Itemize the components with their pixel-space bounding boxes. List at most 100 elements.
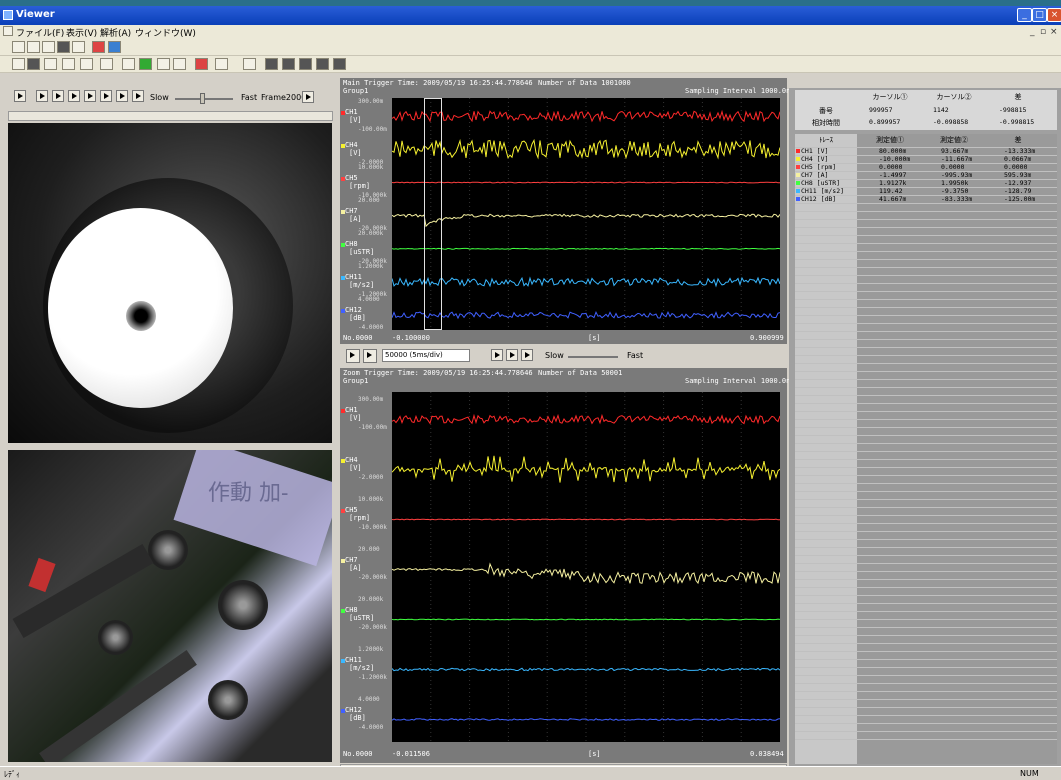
layout-4-icon[interactable]: [316, 58, 329, 70]
main-trace-ch8[interactable]: [391, 247, 781, 250]
main-channel-name[interactable]: CH7: [345, 207, 358, 215]
zoom-next-button[interactable]: [521, 349, 533, 361]
camera-icon[interactable]: [27, 58, 40, 70]
next-frame-button[interactable]: [100, 90, 112, 102]
main-channel-name[interactable]: CH1: [345, 108, 358, 116]
zoom-trace-ch8[interactable]: [391, 618, 781, 621]
main-plot-area[interactable]: [391, 98, 781, 330]
marker-icon[interactable]: [80, 58, 93, 70]
main-trace-ch5[interactable]: [391, 181, 781, 184]
title-bar[interactable]: Viewer _ □ ×: [0, 6, 1061, 25]
new-file-icon[interactable]: [12, 41, 25, 53]
zoom-speed-slider[interactable]: [568, 356, 618, 358]
cursor2-number[interactable]: 1142: [933, 106, 949, 114]
main-trace-ch4[interactable]: [391, 138, 781, 160]
zoom-channel-name[interactable]: CH8: [345, 606, 358, 614]
open-folder-icon[interactable]: [42, 41, 55, 53]
mdi-restore-icon[interactable]: ▫: [1040, 27, 1046, 37]
layout-1-icon[interactable]: [265, 58, 278, 70]
frame-dropdown-button[interactable]: [302, 91, 314, 103]
cursor1-number[interactable]: 999957: [869, 106, 892, 114]
menu-file[interactable]: ファイル(F): [16, 26, 64, 39]
zoom-plot-area[interactable]: [391, 392, 781, 742]
main-trace-ch12[interactable]: [391, 310, 781, 320]
video-timeline-scrollbar[interactable]: [8, 111, 333, 121]
main-channel-name[interactable]: CH5: [345, 174, 358, 182]
zoom-channel-name[interactable]: CH11: [345, 656, 362, 664]
first-frame-button[interactable]: [36, 90, 48, 102]
up-icon[interactable]: [157, 58, 170, 70]
main-scale-top: 4.0000: [358, 296, 380, 303]
peak-icon[interactable]: [195, 58, 208, 70]
grid-row-line: [795, 147, 1057, 148]
last-frame-button[interactable]: [132, 90, 144, 102]
prev-frame-button[interactable]: [68, 90, 80, 102]
color-icon[interactable]: [139, 58, 152, 70]
zoom-div-select[interactable]: 50000 (5ms/div): [382, 349, 470, 362]
main-chart[interactable]: Main Trigger Time: 2009/05/19 16:25:44.7…: [340, 78, 795, 344]
zoom-div-label: (5ms/div): [409, 351, 443, 359]
grid-row-line: [795, 475, 1057, 476]
grid-row-line: [795, 515, 1057, 516]
zoom-channel-name[interactable]: CH7: [345, 556, 358, 564]
main-channel-unit: [V]: [349, 149, 362, 157]
link-icon[interactable]: [12, 58, 25, 70]
grid-row-line: [795, 363, 1057, 364]
measure-icon[interactable]: [100, 58, 113, 70]
menu-window[interactable]: ウィンドウ(W): [135, 26, 196, 39]
main-channel-name[interactable]: CH8: [345, 240, 358, 248]
measure1-value: 0.0000: [879, 163, 903, 171]
minimize-button[interactable]: _: [1017, 8, 1032, 22]
delete-icon[interactable]: [92, 41, 105, 53]
close-button[interactable]: ×: [1047, 8, 1061, 22]
cursor-panel-header: [789, 78, 1061, 88]
zoom-prev-button[interactable]: [491, 349, 503, 361]
speed-slider-thumb[interactable]: [200, 93, 205, 104]
main-trace-ch7[interactable]: [391, 213, 781, 228]
stop-button[interactable]: [84, 90, 96, 102]
window-layout-icon[interactable]: [108, 41, 121, 53]
down-icon[interactable]: [173, 58, 186, 70]
prev-step-button[interactable]: [52, 90, 64, 102]
main-channel-unit: [uSTR]: [349, 248, 375, 256]
mdi-minimize-icon[interactable]: _: [1030, 27, 1035, 37]
zoom-channel-name[interactable]: CH4: [345, 456, 358, 464]
grid-row-line: [795, 395, 1057, 396]
main-channel-name[interactable]: CH12: [345, 306, 362, 314]
print-icon[interactable]: [72, 41, 85, 53]
zoom-icon[interactable]: [62, 58, 75, 70]
table-icon[interactable]: [122, 58, 135, 70]
cursor-icon[interactable]: [44, 58, 57, 70]
next-step-button[interactable]: [116, 90, 128, 102]
menu-analysis[interactable]: 解析(A): [100, 26, 131, 39]
zoom-channel-name[interactable]: CH1: [345, 406, 358, 414]
main-channel-name[interactable]: CH4: [345, 141, 358, 149]
filter-icon[interactable]: [215, 58, 228, 70]
main-waveform-svg[interactable]: [391, 98, 781, 330]
zoom-chart[interactable]: Zoom Trigger Time: 2009/05/19 16:25:44.7…: [340, 368, 795, 763]
layout-2-icon[interactable]: [282, 58, 295, 70]
zoom-channel-name[interactable]: CH12: [345, 706, 362, 714]
main-channel-name[interactable]: CH11: [345, 273, 362, 281]
zoom-stop-button[interactable]: [506, 349, 518, 361]
save-icon[interactable]: [57, 41, 70, 53]
grid-row-line: [795, 387, 1057, 388]
layout-5-icon[interactable]: [333, 58, 346, 70]
mdi-close-icon[interactable]: ×: [1050, 27, 1058, 37]
zoom-mode-icon[interactable]: [346, 349, 360, 363]
open-file-icon[interactable]: [27, 41, 40, 53]
zoom-trigger-time: Zoom Trigger Time: 2009/05/19 16:25:44.7…: [343, 369, 533, 377]
snap-icon[interactable]: [14, 90, 26, 102]
zoom-trace-ch5[interactable]: [391, 518, 781, 521]
calc-icon[interactable]: [243, 58, 256, 70]
zoom-waveform-svg[interactable]: [391, 392, 781, 742]
zoom-channel-name[interactable]: CH5: [345, 506, 358, 514]
main-trace-ch1[interactable]: [391, 109, 781, 123]
maximize-button[interactable]: □: [1032, 8, 1047, 22]
menu-view[interactable]: 表示(V): [66, 26, 97, 39]
main-trace-ch11[interactable]: [391, 276, 781, 288]
zoom-auto-icon[interactable]: [363, 349, 377, 363]
zoom-trace-ch4[interactable]: [391, 455, 781, 483]
zoom-range-box[interactable]: [424, 98, 442, 330]
layout-3-icon[interactable]: [299, 58, 312, 70]
